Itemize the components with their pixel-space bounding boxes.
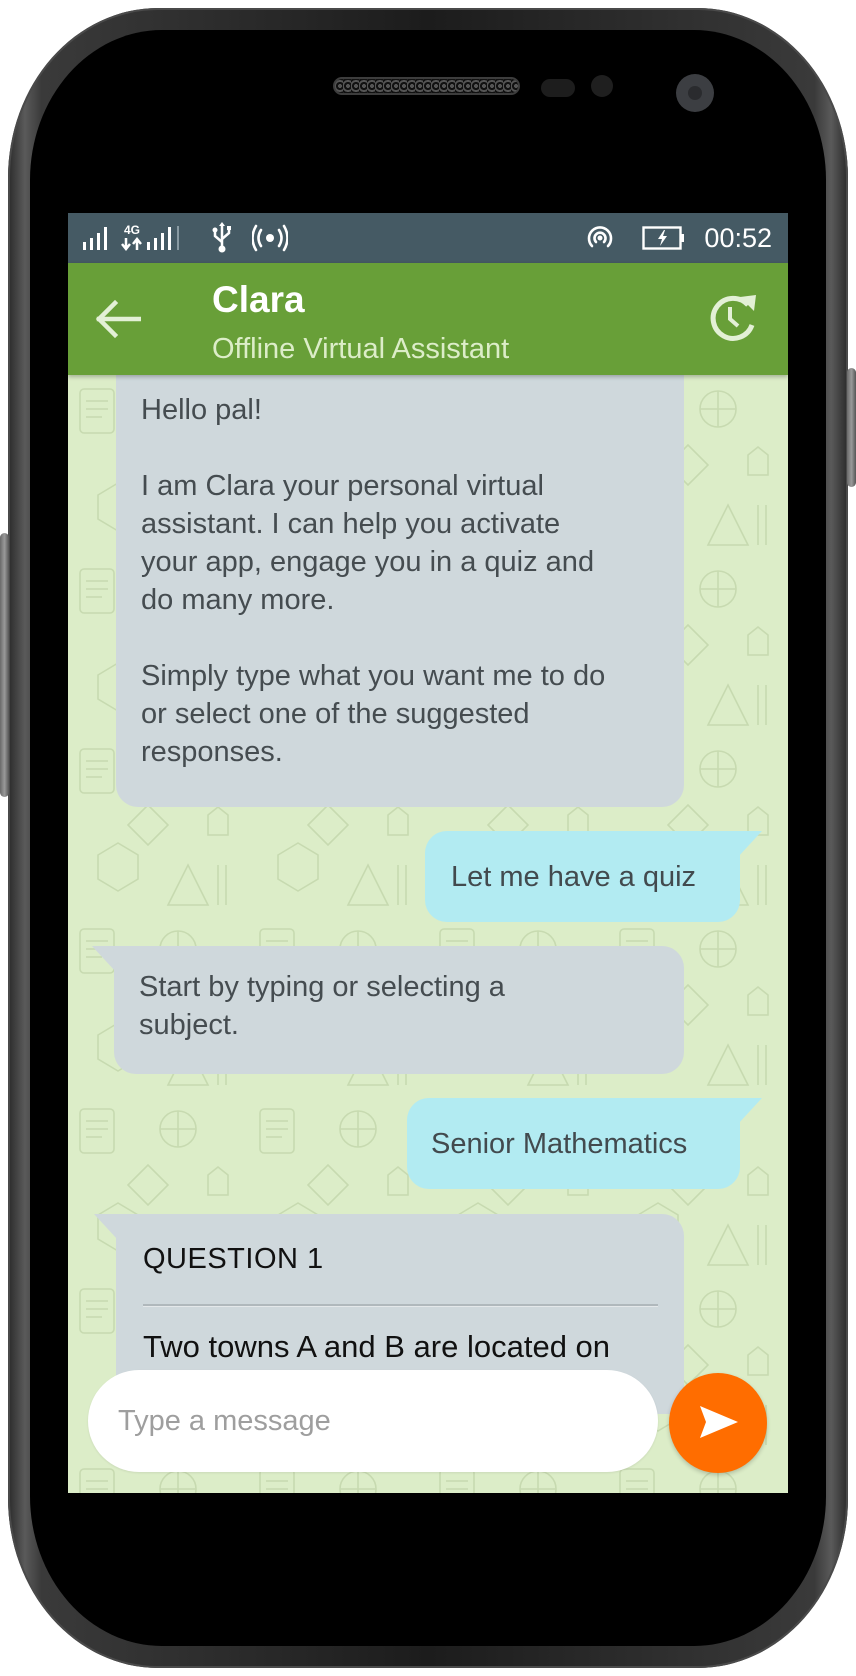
power-button <box>847 368 856 487</box>
message-line: Hello pal! <box>141 394 262 426</box>
arrow-left-icon <box>95 299 142 344</box>
chat-title: Clara <box>212 279 305 320</box>
user-message: Let me have a quiz <box>425 831 762 922</box>
restore-history-button[interactable] <box>704 291 762 349</box>
front-camera <box>676 74 714 112</box>
message-text: Let me have a quiz <box>451 860 697 893</box>
message-line <box>141 429 659 467</box>
4g-data-icon: 4G <box>120 213 144 263</box>
bot-message: Hello pal! I am Clara your personal virt… <box>116 375 684 807</box>
nfc-broadcast-icon <box>584 213 616 263</box>
question-number: QUESTION 1 <box>143 1243 324 1275</box>
hotspot-icon <box>252 213 288 263</box>
message-line: subject. <box>139 1009 239 1041</box>
volume-button <box>0 533 9 797</box>
signal-strength-icon <box>146 213 182 263</box>
send-icon <box>696 1402 740 1445</box>
light-sensor <box>591 75 613 97</box>
chat-subtitle: Offline Virtual Assistant <box>212 333 510 365</box>
message-line: your app, engage you in a quiz and <box>141 546 595 578</box>
message-text: Senior Mathematics <box>431 1127 688 1160</box>
message-input[interactable] <box>88 1370 658 1472</box>
message-composer <box>68 1370 788 1493</box>
clock-time: 00:52 <box>704 223 772 253</box>
question-divider <box>143 1304 658 1307</box>
signal-strength-icon <box>82 213 114 263</box>
phone-screen: 4G 00:52 Clara Offline Virtual Assistant… <box>68 213 788 1493</box>
message-line: do many more. <box>141 584 335 616</box>
back-button[interactable] <box>90 293 146 349</box>
message-line <box>141 619 659 657</box>
message-line: or select one of the suggested <box>141 698 530 730</box>
proximity-sensor <box>541 79 575 97</box>
battery-charging-icon <box>642 213 686 263</box>
earpiece-speaker <box>333 77 520 95</box>
status-bar: 4G 00:52 <box>68 213 788 263</box>
message-line: Start by typing or selecting a <box>139 971 505 1003</box>
message-line: Simply type what you want me to do <box>141 660 606 692</box>
send-button[interactable] <box>669 1373 767 1473</box>
user-message: Senior Mathematics <box>407 1098 762 1189</box>
restore-history-icon <box>706 291 760 350</box>
bot-message: Start by typing or selecting a subject. <box>92 946 684 1074</box>
network-type-label: 4G <box>124 223 140 237</box>
chat-area: Hello pal! I am Clara your personal virt… <box>68 375 788 1493</box>
message-line: responses. <box>141 736 283 768</box>
usb-icon <box>210 213 234 263</box>
app-bar: Clara Offline Virtual Assistant <box>68 263 788 375</box>
message-line: I am Clara your personal virtual <box>141 470 544 502</box>
question-text: Two towns A and B are located on <box>143 1329 611 1364</box>
message-line: assistant. I can help you activate <box>141 508 561 540</box>
